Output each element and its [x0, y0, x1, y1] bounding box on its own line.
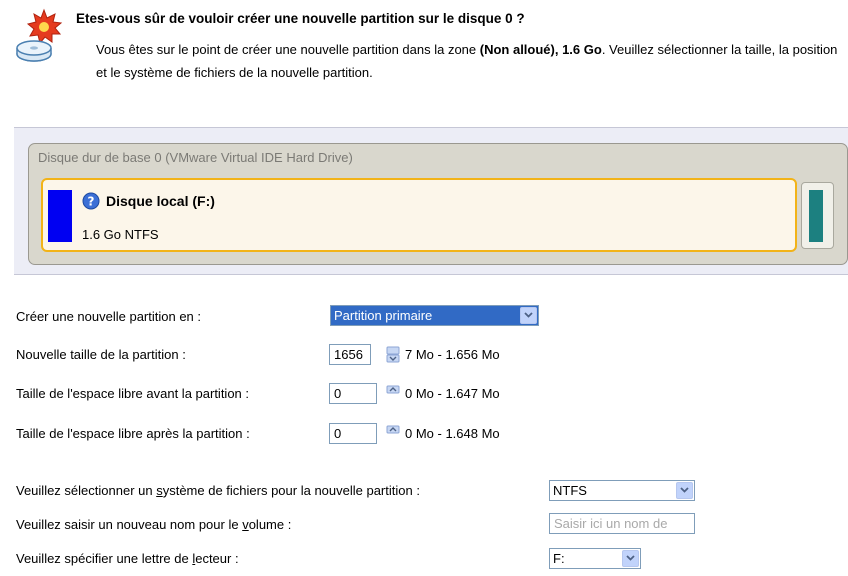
disk-header: Disque dur de base 0 (VMware Virtual IDE… — [38, 150, 353, 165]
question-icon: ? — [82, 192, 100, 210]
description-text-1: Vous êtes sur le point de créer une nouv… — [96, 42, 480, 57]
space-after-input[interactable]: 0 — [329, 423, 377, 444]
file-system-label-rest: ystème de fichiers pour la nouvelle part… — [162, 483, 420, 498]
chevron-down-icon[interactable] — [676, 482, 693, 499]
drive-letter-value: F: — [553, 551, 565, 566]
drive-letter-label-rest: ecteur : — [195, 551, 239, 566]
volume-name-label-rest: olume : — [248, 517, 292, 532]
volume-name-label-text: Veuillez saisir un nouveau nom pour le — [16, 517, 243, 532]
partition-size-label: Nouvelle taille de la partition : — [16, 347, 186, 362]
file-system-label-text: Veuillez sélectionner un — [16, 483, 157, 498]
wizard-partition-icon — [14, 8, 68, 66]
partition-size-range: 7 Mo - 1.656 Mo — [405, 347, 500, 362]
svg-text:?: ? — [88, 195, 95, 209]
dialog-description: Vous êtes sur le point de créer une nouv… — [96, 38, 841, 84]
space-after-range: 0 Mo - 1.648 Mo — [405, 426, 500, 441]
partition-info: 1.6 Go NTFS — [82, 227, 159, 242]
partition-color-bar — [48, 190, 72, 242]
drive-letter-label-text: Veuillez spécifier une lettre de — [16, 551, 193, 566]
space-after-label: Taille de l'espace libre après la partit… — [16, 426, 250, 441]
chevron-down-icon[interactable] — [520, 307, 537, 324]
file-system-value: NTFS — [553, 483, 587, 498]
file-system-select[interactable]: NTFS — [549, 480, 695, 501]
drive-letter-label: Veuillez spécifier une lettre de lecteur… — [16, 551, 239, 566]
size-spinner-icon[interactable] — [385, 344, 401, 365]
volume-name-input[interactable]: Saisir ici un nom de — [549, 513, 695, 534]
unallocated-fill — [809, 190, 823, 242]
partition-name: Disque local (F:) — [106, 193, 215, 209]
space-before-range: 0 Mo - 1.647 Mo — [405, 386, 500, 401]
space-before-input[interactable]: 0 — [329, 383, 377, 404]
drive-letter-select[interactable]: F: — [549, 548, 641, 569]
chevron-down-icon[interactable] — [622, 550, 639, 567]
partition-type-select[interactable]: Partition primaire — [330, 305, 539, 326]
volume-name-label: Veuillez saisir un nouveau nom pour le v… — [16, 517, 291, 532]
before-spinner-up-icon[interactable] — [385, 383, 401, 404]
partition-size-input[interactable]: 1656 — [329, 344, 371, 365]
space-before-label: Taille de l'espace libre avant la partit… — [16, 386, 250, 401]
description-highlight: (Non alloué), 1.6 Go — [479, 42, 602, 57]
create-partition-label: Créer une nouvelle partition en : — [16, 309, 202, 324]
file-system-label: Veuillez sélectionner un système de fich… — [16, 483, 420, 498]
after-spinner-up-icon[interactable] — [385, 423, 401, 444]
dialog-title: Etes-vous sûr de vouloir créer une nouve… — [76, 11, 525, 26]
partition-type-value: Partition primaire — [334, 308, 433, 323]
